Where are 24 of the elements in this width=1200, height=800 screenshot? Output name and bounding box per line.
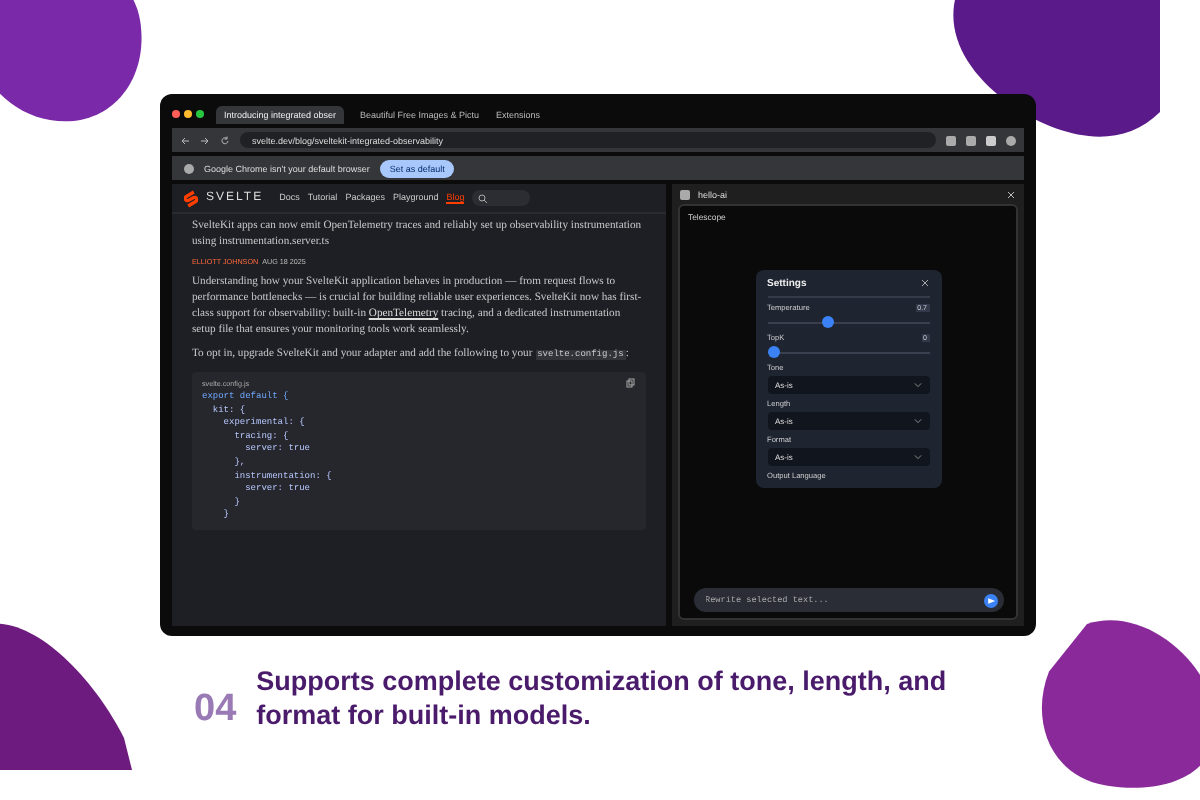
reload-icon[interactable] [220,135,230,145]
close-icon[interactable] [1006,189,1016,199]
extension-icon [680,189,690,199]
feature-caption: Supports complete customization of tone, length, and format for built-in models. [256,664,949,732]
maximize-dot-icon[interactable] [196,110,204,118]
forward-icon[interactable] [200,135,210,145]
caret-icon [913,382,921,388]
copy-icon[interactable] [626,378,636,388]
minimize-dot-icon[interactable] [184,110,192,118]
slider-thumb[interactable] [821,316,833,328]
step-number: 04 [194,688,237,732]
close-dot-icon[interactable] [172,110,180,118]
logo-icon [184,189,198,207]
slider-thumb[interactable] [767,346,779,358]
close-icon[interactable] [919,278,929,288]
caret-icon [913,454,921,460]
profile-icon[interactable] [1006,135,1016,145]
chrome-icon [184,163,194,173]
caret-icon [913,418,921,424]
search-field[interactable] [472,190,531,206]
back-icon[interactable] [180,135,190,145]
send-icon[interactable] [983,593,997,607]
slider-track[interactable] [767,346,929,358]
search-icon [478,193,489,203]
